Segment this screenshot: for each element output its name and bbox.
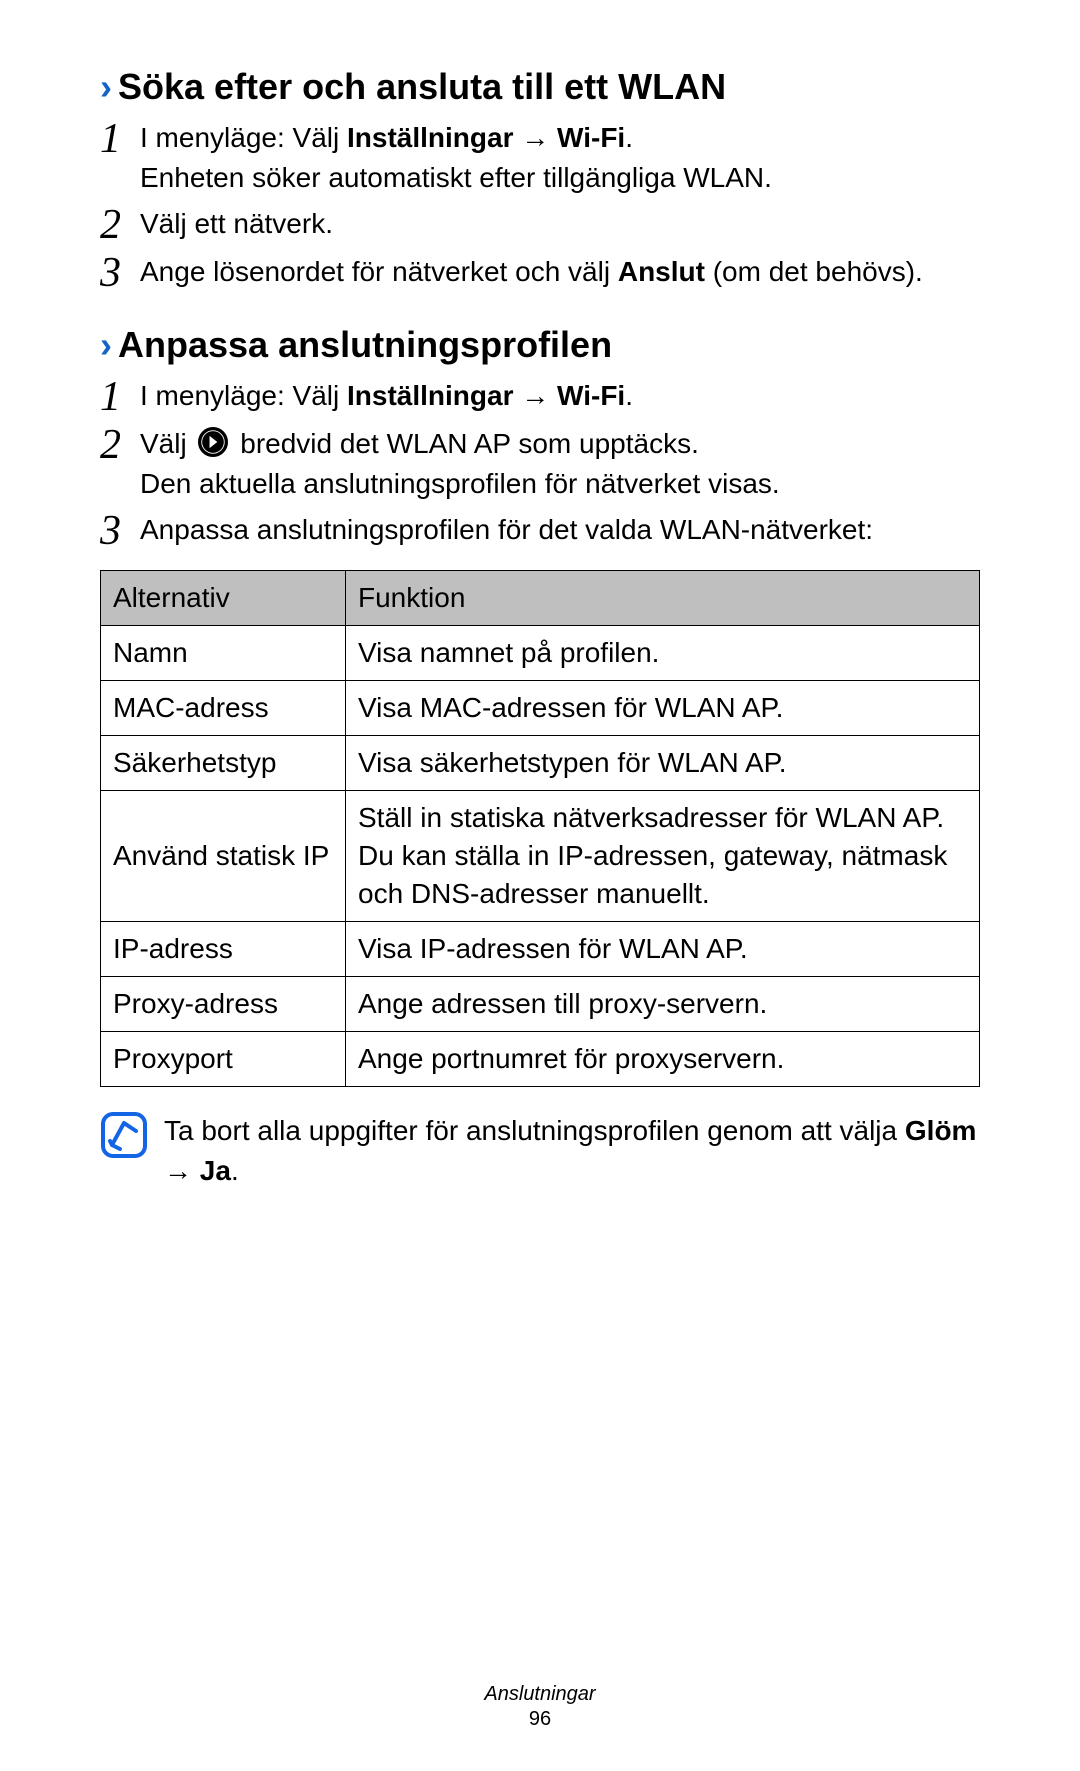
chevron-right-icon: › (100, 324, 112, 366)
step-number: 2 (100, 424, 140, 466)
step-body: Välj ett nätverk. (140, 204, 980, 244)
step-body: I menyläge: Välj Inställningar → Wi-Fi. (140, 376, 980, 416)
page-footer: Anslutningar 96 (0, 1683, 1080, 1731)
table-header-row: Alternativ Funktion (101, 571, 980, 626)
options-table: Alternativ Funktion NamnVisa namnet på p… (100, 570, 980, 1087)
footer-category: Anslutningar (0, 1683, 1080, 1706)
heading-text: Anpassa anslutningsprofilen (118, 324, 612, 366)
step-body: I menyläge: Välj Inställningar → Wi-Fi. … (140, 118, 980, 198)
table-row: ProxyportAnge portnumret för proxyserver… (101, 1032, 980, 1087)
header-option: Alternativ (101, 571, 346, 626)
arrow-circle-icon (198, 427, 228, 457)
step-1-1: 1 I menyläge: Välj Inställningar → Wi-Fi… (100, 118, 980, 198)
section-heading-search-wlan: › Söka efter och ansluta till ett WLAN (100, 66, 980, 108)
step-2-3: 3 Anpassa anslutningsprofilen för det va… (100, 510, 980, 552)
table-row: IP-adressVisa IP-adressen för WLAN AP. (101, 922, 980, 977)
step-number: 2 (100, 204, 140, 246)
note: Ta bort alla uppgifter för anslutningspr… (100, 1111, 980, 1191)
header-function: Funktion (346, 571, 980, 626)
table-row: Använd statisk IPStäll in statiska nätve… (101, 791, 980, 922)
step-number: 3 (100, 510, 140, 552)
manual-page: › Söka efter och ansluta till ett WLAN 1… (0, 0, 1080, 1771)
step-body: Ange lösenordet för nätverket och välj A… (140, 252, 980, 292)
step-number: 3 (100, 252, 140, 294)
step-body: Anpassa anslutningsprofilen för det vald… (140, 510, 980, 550)
section-heading-customize-profile: › Anpassa anslutningsprofilen (100, 324, 980, 366)
table-row: SäkerhetstypVisa säkerhetstypen för WLAN… (101, 736, 980, 791)
step-number: 1 (100, 376, 140, 418)
step-body: Välj bredvid det WLAN AP som upptäcks. D… (140, 424, 980, 504)
table-row: MAC-adressVisa MAC-adressen för WLAN AP. (101, 681, 980, 736)
step-2-1: 1 I menyläge: Välj Inställningar → Wi-Fi… (100, 376, 980, 418)
heading-text: Söka efter och ansluta till ett WLAN (118, 66, 726, 108)
step-number: 1 (100, 118, 140, 160)
step-1-2: 2 Välj ett nätverk. (100, 204, 980, 246)
chevron-right-icon: › (100, 66, 112, 108)
note-text: Ta bort alla uppgifter för anslutningspr… (164, 1111, 980, 1191)
page-number: 96 (0, 1708, 1080, 1731)
table-row: NamnVisa namnet på profilen. (101, 626, 980, 681)
note-icon (100, 1111, 148, 1159)
step-2-2: 2 Välj bredvid det WLAN AP som upptäcks.… (100, 424, 980, 504)
step-1-3: 3 Ange lösenordet för nätverket och välj… (100, 252, 980, 294)
table-row: Proxy-adressAnge adressen till proxy-ser… (101, 977, 980, 1032)
